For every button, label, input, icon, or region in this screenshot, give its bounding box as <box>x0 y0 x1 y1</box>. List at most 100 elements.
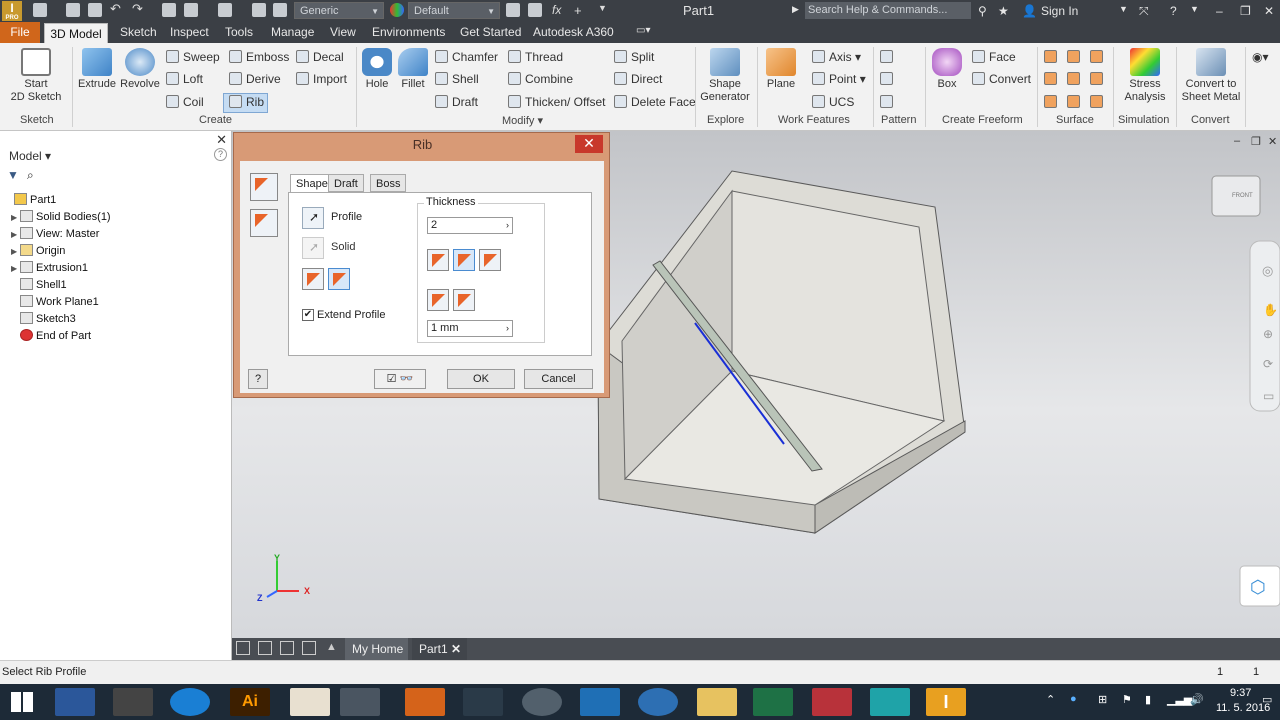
movie-maker-icon[interactable] <box>113 688 153 716</box>
notification-icon[interactable]: ▭ <box>1262 693 1272 706</box>
point-button[interactable]: Point ▾ <box>812 72 866 86</box>
tray-volume-icon[interactable]: 🔊 <box>1190 693 1204 706</box>
surface-tool-1[interactable] <box>1044 50 1061 64</box>
tray-time[interactable]: 9:37 <box>1230 687 1251 699</box>
group-modify-label[interactable]: Modify ▾ <box>502 114 543 127</box>
cascade-icon[interactable] <box>236 641 250 655</box>
tray-chevron-icon[interactable]: ⌃ <box>1046 693 1055 706</box>
tray-battery-icon[interactable]: ▮ <box>1145 693 1151 706</box>
hole-button[interactable]: Hole <box>360 48 394 91</box>
expand-icon[interactable]: ▶ <box>11 213 20 222</box>
inventor-active-icon[interactable]: I <box>926 688 966 716</box>
exchange-icon[interactable]: ⤧ <box>1139 4 1149 19</box>
tab-tools[interactable]: Tools <box>225 25 253 39</box>
surface-tool-4[interactable] <box>1044 72 1061 86</box>
tab-get-started[interactable]: Get Started <box>460 25 521 39</box>
ucs-button[interactable]: UCS <box>812 95 854 109</box>
direct-button[interactable]: Direct <box>614 72 662 86</box>
vertical-tile-icon[interactable] <box>302 641 316 655</box>
import-button[interactable]: Import <box>296 72 347 86</box>
viewport-restore-icon[interactable]: ❐ <box>1251 135 1261 148</box>
illustrator-icon[interactable]: Ai <box>230 688 270 716</box>
decal-button[interactable]: Decal <box>296 50 344 64</box>
find-icon[interactable]: ⌕ <box>27 168 34 183</box>
tree-work-plane1[interactable]: Work Plane1 <box>11 295 99 308</box>
appearance-combo[interactable]: Default ▼ <box>408 2 500 19</box>
view-face-icon[interactable]: ▭ <box>1263 389 1274 403</box>
new-icon[interactable] <box>33 3 47 17</box>
dialog-title[interactable]: Rib <box>234 133 611 157</box>
material-combo[interactable]: Generic ▼ <box>294 2 384 19</box>
close-icon[interactable]: ✕ <box>1264 4 1274 18</box>
update-icon[interactable] <box>184 3 198 17</box>
stress-analysis-button[interactable]: Stress Analysis <box>1118 48 1172 104</box>
undo-icon[interactable]: ↶ <box>110 2 124 17</box>
help-dropdown-icon[interactable]: ▼ <box>1190 4 1199 14</box>
tab-list-icon[interactable]: ▲ <box>326 641 337 653</box>
redo-icon[interactable]: ↷ <box>132 2 146 17</box>
extent-input[interactable]: 1 mm › <box>427 320 513 337</box>
tab-boss[interactable]: Boss <box>370 174 407 192</box>
measure-icon[interactable] <box>252 3 266 17</box>
surface-tool-2[interactable] <box>1067 50 1084 64</box>
thickness-input[interactable]: 2 › <box>427 217 513 234</box>
convert-sheet-metal-button[interactable]: Convert to Sheet Metal <box>1180 48 1242 104</box>
tray-flag-icon[interactable]: ⚑ <box>1122 693 1132 706</box>
thread-button[interactable]: Thread <box>508 50 563 64</box>
direction-1-button[interactable] <box>302 268 324 290</box>
search-input[interactable]: Search Help & Commands... <box>805 2 971 19</box>
ribbon-options-icon[interactable]: ▭▾ <box>636 25 650 36</box>
star-icon[interactable]: ★ <box>998 4 1009 18</box>
tab-autodesk-a360[interactable]: Autodesk A360 <box>533 25 614 39</box>
pan-icon[interactable]: ✋ <box>1263 303 1278 317</box>
extent-finite-button[interactable] <box>453 289 475 311</box>
browser-title[interactable]: Model ▾ <box>9 149 51 163</box>
solid-select-button[interactable]: ➚ <box>302 237 324 259</box>
surface-tool-9[interactable] <box>1090 95 1107 109</box>
tree-shell1[interactable]: Shell1 <box>11 278 67 291</box>
mail-icon[interactable] <box>580 688 620 716</box>
tab-environments[interactable]: Environments <box>372 25 445 39</box>
tile-icon[interactable] <box>258 641 272 655</box>
a360-share-icon[interactable]: ⬡ <box>1250 577 1266 598</box>
circular-pattern-button[interactable] <box>880 72 897 86</box>
sign-in-link[interactable]: Sign In <box>1041 4 1078 18</box>
convert-button[interactable]: Convert <box>972 72 1031 86</box>
steering-wheel-icon[interactable]: ◎ <box>1262 263 1273 279</box>
surface-tool-5[interactable] <box>1067 72 1084 86</box>
expand-icon[interactable]: ▶ <box>11 247 20 256</box>
inventor-window-icon[interactable] <box>340 688 380 716</box>
home-icon[interactable] <box>162 3 176 17</box>
draft-button[interactable]: Draft <box>435 95 478 109</box>
surface-tool-7[interactable] <box>1044 95 1061 109</box>
select-icon[interactable] <box>218 3 232 17</box>
thicken-offset-button[interactable]: Thicken/ Offset <box>508 95 605 109</box>
viewport-close-icon[interactable]: ✕ <box>1268 135 1277 148</box>
browser-close-icon[interactable]: ✕ <box>216 132 227 148</box>
tinkercad-icon[interactable] <box>870 688 910 716</box>
customize-icon[interactable]: ▼ <box>598 3 612 17</box>
ribbon-panel-options-icon[interactable]: ◉▾ <box>1252 50 1269 64</box>
tab-draft[interactable]: Draft <box>328 174 364 192</box>
extent-arrow-icon[interactable]: › <box>506 321 509 336</box>
profile-select-button[interactable]: ➚ <box>302 207 324 229</box>
red-cube-icon[interactable] <box>812 688 852 716</box>
shell-button[interactable]: Shell <box>435 72 479 86</box>
aperture-icon[interactable] <box>638 688 678 716</box>
extend-profile-checkbox[interactable]: ✔ <box>302 309 314 321</box>
excel-icon[interactable] <box>753 688 793 716</box>
tree-part1[interactable]: Part1 <box>14 193 56 206</box>
viewcube-label[interactable]: FRONT <box>1232 193 1253 199</box>
mirror-button[interactable] <box>880 95 897 109</box>
tray-windows-icon[interactable]: ⊞ <box>1098 693 1107 706</box>
emboss-button[interactable]: Emboss <box>229 50 289 64</box>
revolve-button[interactable]: Revolve <box>119 48 161 91</box>
chamfer-button[interactable]: Chamfer <box>435 50 498 64</box>
dialog-close-button[interactable]: ✕ <box>575 135 603 153</box>
open-icon[interactable] <box>66 3 80 17</box>
combine-button[interactable]: Combine <box>508 72 573 86</box>
extrude-button[interactable]: Extrude <box>78 48 116 91</box>
clear-icon[interactable] <box>528 3 542 17</box>
help-search-icon[interactable]: ⚲ <box>978 4 987 18</box>
box-button[interactable]: Box <box>930 48 964 91</box>
